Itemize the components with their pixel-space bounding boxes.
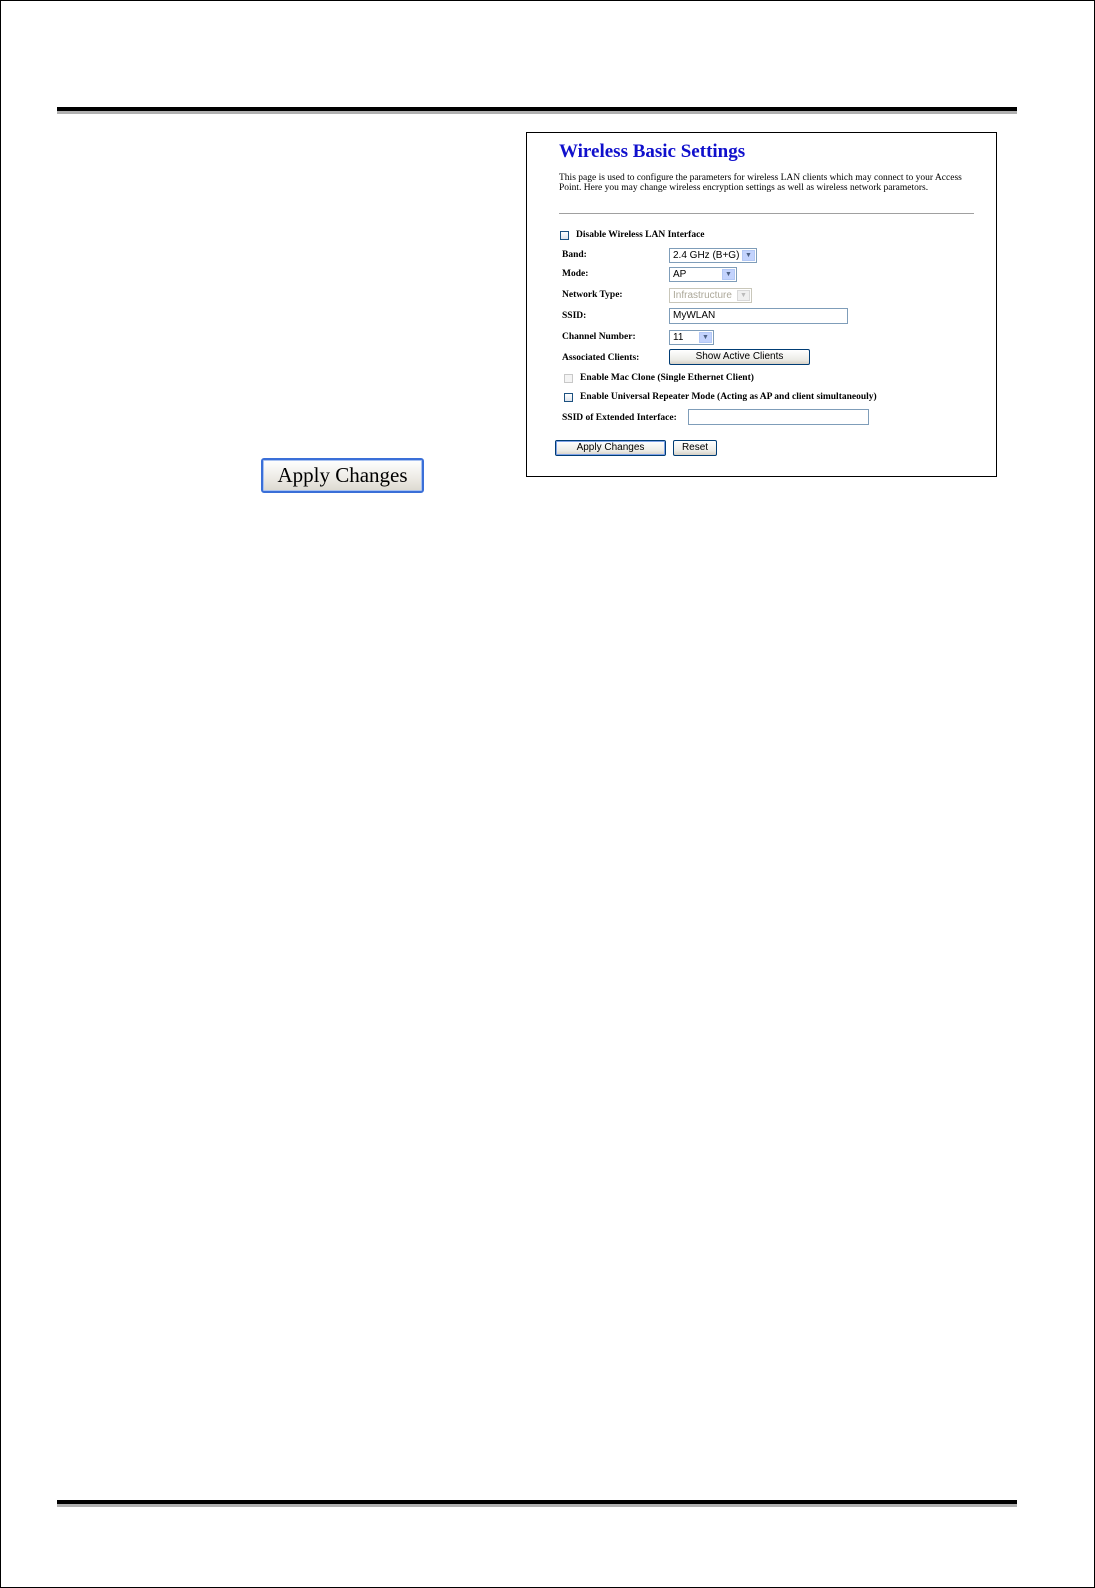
footer-rule bbox=[57, 1500, 1017, 1504]
universal-repeater-checkbox[interactable] bbox=[564, 393, 573, 402]
reset-button[interactable]: Reset bbox=[673, 440, 717, 456]
mode-label: Mode: bbox=[562, 269, 589, 279]
mac-clone-label: Enable Mac Clone (Single Ethernet Client… bbox=[580, 373, 754, 383]
apply-changes-button[interactable]: Apply Changes bbox=[555, 440, 666, 456]
chevron-down-icon: ▼ bbox=[742, 250, 755, 261]
ssid-input[interactable]: MyWLAN bbox=[669, 308, 848, 324]
page-title: Wireless Basic Settings bbox=[559, 141, 746, 162]
band-label: Band: bbox=[562, 250, 587, 260]
show-active-clients-button[interactable]: Show Active Clients bbox=[669, 349, 810, 365]
apply-changes-button-illustration[interactable]: Apply Changes bbox=[261, 458, 424, 493]
network-type-select[interactable]: Infrastructure ▼ bbox=[669, 288, 752, 303]
extended-ssid-input[interactable] bbox=[688, 409, 869, 425]
mode-select[interactable]: AP ▼ bbox=[669, 267, 737, 282]
divider bbox=[559, 213, 974, 214]
ssid-label: SSID: bbox=[562, 311, 587, 321]
universal-repeater-label: Enable Universal Repeater Mode (Acting a… bbox=[580, 392, 877, 402]
chevron-down-icon: ▼ bbox=[699, 332, 712, 343]
extended-ssid-label: SSID of Extended Interface: bbox=[562, 413, 677, 423]
band-select-value: 2.4 GHz (B+G) bbox=[673, 250, 740, 261]
page-description: This page is used to configure the param… bbox=[559, 173, 962, 193]
network-type-select-value: Infrastructure bbox=[673, 290, 732, 301]
channel-number-select-value: 11 bbox=[673, 332, 684, 343]
mac-clone-checkbox[interactable] bbox=[564, 374, 573, 383]
channel-number-label: Channel Number: bbox=[562, 332, 636, 342]
disable-wlan-checkbox[interactable] bbox=[560, 231, 569, 240]
mode-select-value: AP bbox=[673, 269, 687, 280]
chevron-down-icon: ▼ bbox=[737, 290, 750, 301]
disable-wlan-label: Disable Wireless LAN Interface bbox=[576, 230, 705, 240]
channel-number-select[interactable]: 11 ▼ bbox=[669, 330, 714, 345]
associated-clients-label: Associated Clients: bbox=[562, 353, 640, 363]
network-type-label: Network Type: bbox=[562, 290, 623, 300]
chevron-down-icon: ▼ bbox=[722, 269, 735, 280]
band-select[interactable]: 2.4 GHz (B+G) ▼ bbox=[669, 248, 757, 263]
wireless-basic-settings-screenshot: Wireless Basic Settings This page is use… bbox=[526, 132, 997, 477]
header-rule bbox=[57, 107, 1017, 111]
